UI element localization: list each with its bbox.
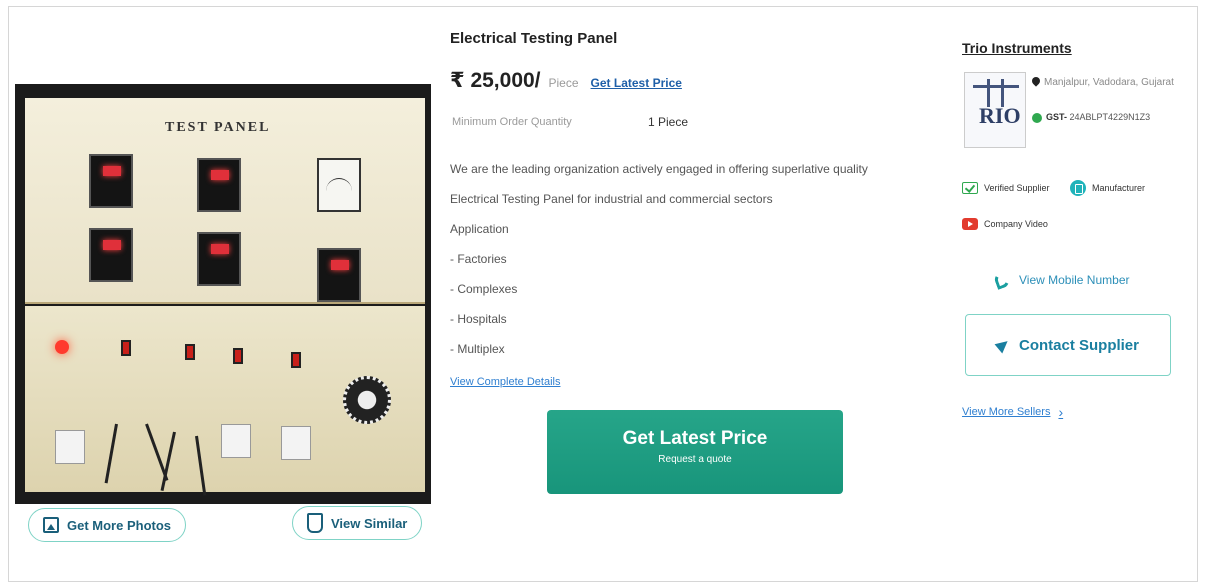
video-play-icon bbox=[962, 218, 978, 230]
logo-text: RIO bbox=[979, 103, 1021, 128]
panel-upper: TEST PANEL bbox=[25, 98, 425, 304]
product-image[interactable]: TEST PANEL bbox=[15, 84, 431, 504]
gst-value: 24ABLPT4229N1Z3 bbox=[1069, 112, 1151, 122]
supplier-logo[interactable]: RIO bbox=[964, 72, 1026, 148]
get-latest-price-button[interactable]: Get Latest Price Request a quote bbox=[547, 410, 843, 494]
moq-value: 1 Piece bbox=[648, 115, 689, 129]
rotary-dial bbox=[343, 376, 391, 424]
view-complete-details-link[interactable]: View Complete Details bbox=[450, 376, 560, 388]
product-description: We are the leading organization actively… bbox=[450, 160, 920, 370]
verified-label: Verified Supplier bbox=[984, 183, 1050, 193]
digital-meter bbox=[197, 158, 241, 212]
manufacturer-icon bbox=[1070, 180, 1086, 196]
price-row: ₹ 25,000/ Piece Get Latest Price bbox=[450, 68, 682, 93]
verified-icon bbox=[962, 182, 978, 194]
description-line: - Complexes bbox=[450, 282, 518, 296]
rocker-switch bbox=[233, 348, 243, 364]
cta-title: Get Latest Price bbox=[622, 428, 768, 449]
contact-supplier-button[interactable]: Contact Supplier bbox=[965, 314, 1171, 376]
rocker-switch bbox=[185, 344, 195, 360]
cta-subtitle: Request a quote bbox=[658, 454, 732, 465]
contact-supplier-label: Contact Supplier bbox=[1018, 336, 1139, 354]
digital-meter bbox=[197, 232, 241, 286]
description-line: - Factories bbox=[450, 252, 507, 266]
description-line: Application bbox=[450, 222, 509, 236]
gst-label: GST- bbox=[1046, 112, 1068, 122]
rocker-switch bbox=[291, 352, 301, 368]
gst-check-icon bbox=[1032, 113, 1042, 123]
panel-lower bbox=[25, 306, 425, 496]
wire bbox=[104, 423, 118, 484]
image-icon bbox=[43, 517, 59, 533]
company-video-link[interactable]: Company Video bbox=[962, 218, 1048, 230]
company-video-label: Company Video bbox=[984, 219, 1048, 229]
view-more-sellers-label: View More Sellers bbox=[962, 406, 1051, 418]
power-socket bbox=[55, 430, 85, 464]
manufacturer-label: Manufacturer bbox=[1092, 183, 1146, 193]
get-more-photos-button[interactable]: Get More Photos bbox=[28, 508, 187, 542]
similar-icon bbox=[307, 513, 323, 533]
supplier-name-link[interactable]: Trio Instruments bbox=[962, 40, 1072, 56]
supplier-location: Manjalpur, Vadodara, Gujarat bbox=[1044, 77, 1174, 88]
panel-label: TEST PANEL bbox=[165, 120, 271, 135]
view-mobile-number-button[interactable]: View Mobile Number bbox=[992, 270, 1130, 290]
rocker-switch bbox=[121, 340, 131, 356]
logo-stroke bbox=[973, 85, 1019, 88]
phone-icon bbox=[992, 270, 1012, 290]
gst-number: GST- 24ABLPT4229N1Z3 bbox=[1046, 112, 1150, 122]
description-line: - Multiplex bbox=[450, 342, 505, 356]
view-mobile-label: View Mobile Number bbox=[1019, 273, 1130, 287]
product-title: Electrical Testing Panel bbox=[450, 30, 618, 47]
digital-meter bbox=[317, 248, 361, 302]
description-line: We are the leading organization actively… bbox=[450, 162, 868, 176]
verified-supplier-badge: Verified Supplier bbox=[962, 182, 1050, 194]
view-similar-label: View Similar bbox=[331, 515, 408, 531]
digital-meter bbox=[89, 154, 133, 208]
power-socket bbox=[281, 426, 311, 460]
description-line: Electrical Testing Panel for industrial … bbox=[450, 192, 773, 206]
wire bbox=[195, 435, 207, 496]
chevron-right-icon: › bbox=[1058, 404, 1064, 420]
view-more-sellers-link[interactable]: View More Sellers › bbox=[962, 404, 1063, 420]
price-value: ₹ 25,000/ bbox=[450, 69, 541, 92]
manufacturer-badge: Manufacturer bbox=[1070, 180, 1145, 196]
power-socket bbox=[221, 424, 251, 458]
get-more-photos-label: Get More Photos bbox=[67, 517, 172, 533]
price-unit: Piece bbox=[548, 76, 579, 90]
indicator-lamp bbox=[55, 340, 69, 354]
get-latest-price-link[interactable]: Get Latest Price bbox=[591, 76, 682, 90]
digital-meter bbox=[89, 228, 133, 282]
analog-meter bbox=[317, 158, 361, 212]
view-similar-button[interactable]: View Similar bbox=[292, 506, 423, 540]
description-line: - Hospitals bbox=[450, 312, 507, 326]
send-icon bbox=[994, 336, 1012, 354]
wire bbox=[160, 431, 176, 492]
moq-label: Minimum Order Quantity bbox=[452, 116, 572, 128]
